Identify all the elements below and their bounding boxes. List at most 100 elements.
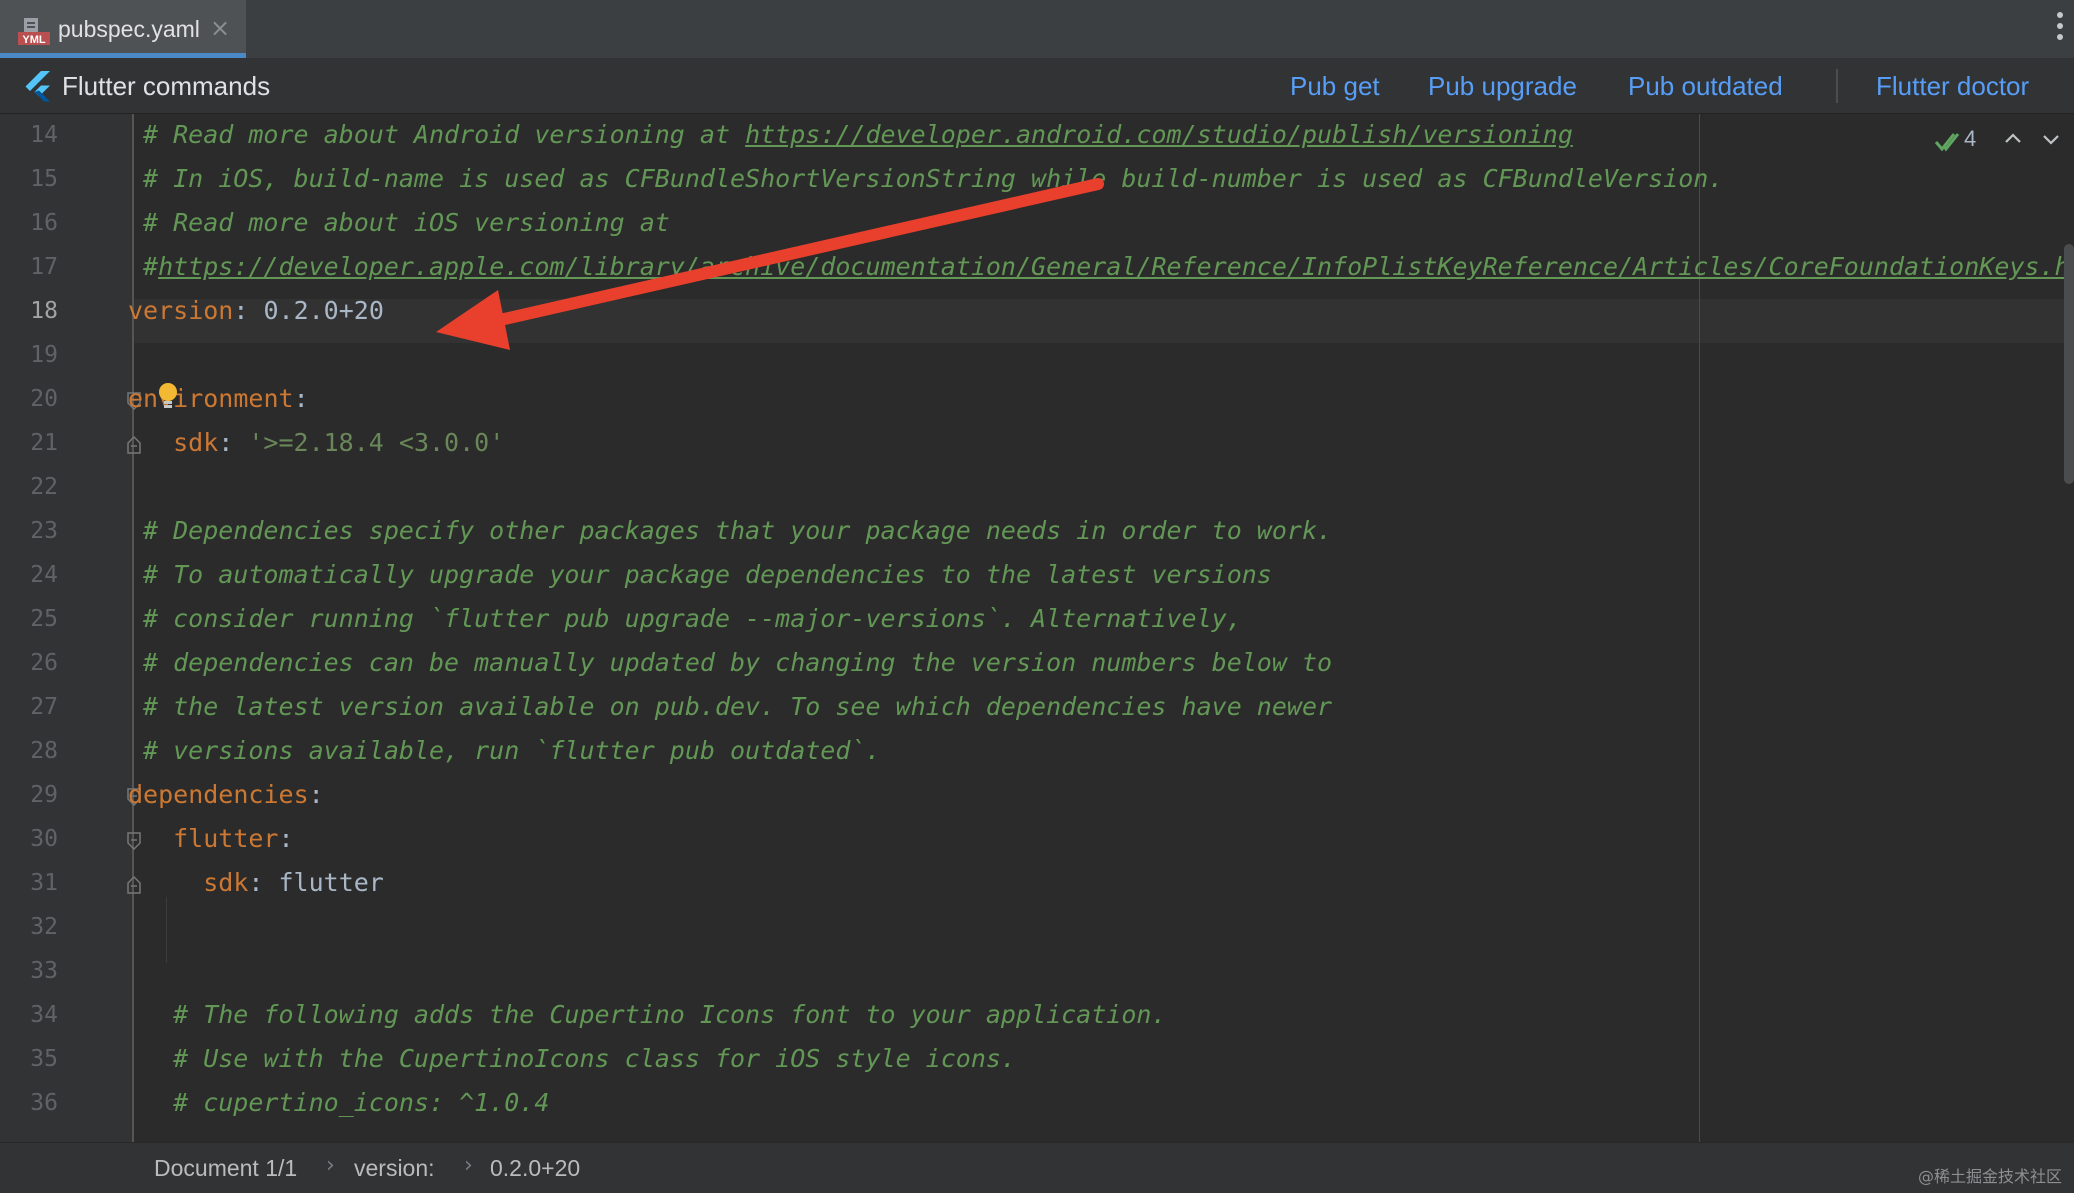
line-number: 20 (30, 386, 58, 412)
pub-outdated-button[interactable]: Pub outdated (1628, 71, 1783, 102)
code-line: 22 (0, 466, 2074, 510)
line-number: 19 (30, 342, 58, 368)
code-line: 31 sdk: flutter (0, 862, 2074, 906)
comment-text: # Dependencies specify other packages th… (143, 516, 1333, 545)
comment-text: # To automatically upgrade your package … (143, 560, 1272, 589)
line-number: 35 (30, 1046, 58, 1072)
breadcrumb: Document 1/1 › version: › 0.2.0+20 @稀土掘金… (0, 1142, 2074, 1193)
yaml-value: '>=2.18.4 <3.0.0' (233, 428, 505, 457)
vertical-scrollbar[interactable] (2064, 244, 2074, 484)
flutter-commands-bar: Flutter commands Pub get Pub upgrade Pub… (0, 59, 2074, 114)
line-number: 25 (30, 606, 58, 632)
yaml-key: sdk (203, 868, 249, 897)
code-line: 24 # To automatically upgrade your packa… (0, 554, 2074, 598)
line-number: 31 (30, 870, 58, 896)
breadcrumb-document[interactable]: Document 1/1 (154, 1155, 297, 1182)
fold-end-marker-icon[interactable] (126, 436, 142, 454)
line-number: 36 (30, 1090, 58, 1116)
line-number: 33 (30, 958, 58, 984)
comment-link[interactable]: https://developer.apple.com/library/arch… (158, 252, 2074, 281)
comment-text: # Use with the CupertinoIcons class for … (143, 1044, 1016, 1073)
comment-text: # dependencies can be manually updated b… (143, 648, 1333, 677)
chevron-right-icon: › (464, 1153, 473, 1178)
code-line: 25 # consider running `flutter pub upgra… (0, 598, 2074, 642)
line-number: 26 (30, 650, 58, 676)
line-number: 32 (30, 914, 58, 940)
code-line: 20 environment: (0, 378, 2074, 422)
pub-get-button[interactable]: Pub get (1290, 71, 1380, 102)
tab-label: pubspec.yaml (58, 16, 200, 42)
editor-tab-bar: YML pubspec.yaml × (0, 0, 2074, 59)
chevron-right-icon: › (326, 1153, 335, 1178)
line-number: 15 (30, 166, 58, 192)
flutter-commands-title: Flutter commands (62, 71, 271, 101)
code-editor[interactable]: 14 # Read more about Android versioning … (0, 114, 2074, 1142)
comment-text: # (143, 252, 159, 281)
comment-text: # The following adds the Cupertino Icons… (143, 1000, 1167, 1029)
line-number: 30 (30, 826, 58, 852)
comment-text: # Read more about iOS versioning at (143, 208, 670, 237)
code-line: 16 # Read more about iOS versioning at (0, 202, 2074, 246)
chevron-up-icon[interactable] (2002, 128, 2024, 150)
lightbulb-intention-icon[interactable] (157, 382, 179, 410)
code-line: 19 (0, 334, 2074, 378)
code-line: 35 # Use with the CupertinoIcons class f… (0, 1038, 2074, 1082)
fold-end-marker-icon[interactable] (126, 876, 142, 894)
svg-text:YML: YML (22, 34, 46, 46)
yaml-key: dependencies (128, 780, 309, 809)
code-line: 29 dependencies: (0, 774, 2074, 818)
yaml-colon: : (293, 384, 309, 413)
code-line: 17 #https://developer.apple.com/library/… (0, 246, 2074, 290)
comment-text: # In iOS, build-name is used as CFBundle… (143, 164, 1724, 193)
code-line: 36 # cupertino_icons: ^1.0.4 (0, 1082, 2074, 1126)
line-number: 18 (30, 298, 58, 324)
yaml-colon: : (218, 428, 234, 457)
line-number: 29 (30, 782, 58, 808)
line-number: 34 (30, 1002, 58, 1028)
line-number: 17 (30, 254, 58, 280)
comment-text: # versions available, run `flutter pub o… (143, 736, 881, 765)
code-line: 33 (0, 950, 2074, 994)
yaml-key: environment (128, 384, 294, 413)
comment-link[interactable]: https://developer.android.com/studio/pub… (745, 120, 1573, 149)
code-line: 23 # Dependencies specify other packages… (0, 510, 2074, 554)
code-line: 21 sdk: '>=2.18.4 <3.0.0' (0, 422, 2074, 466)
code-line: 26 # dependencies can be manually update… (0, 642, 2074, 686)
code-line: 30 flutter: (0, 818, 2074, 862)
line-number: 28 (30, 738, 58, 764)
double-check-icon (1934, 133, 1960, 152)
comment-text: # cupertino_icons: ^1.0.4 (143, 1088, 550, 1117)
code-line: 14 # Read more about Android versioning … (0, 114, 2074, 158)
line-number: 22 (30, 474, 58, 500)
tab-pubspec-yaml[interactable]: YML pubspec.yaml × (0, 0, 246, 58)
breadcrumb-value[interactable]: 0.2.0+20 (490, 1155, 580, 1182)
yaml-colon: : (233, 296, 249, 325)
close-tab-icon[interactable]: × (210, 14, 230, 42)
pub-upgrade-button[interactable]: Pub upgrade (1428, 71, 1577, 102)
line-number: 21 (30, 430, 58, 456)
yaml-key: flutter (173, 824, 279, 853)
flutter-logo-icon (25, 71, 50, 102)
code-line: 32 (0, 906, 2074, 950)
yaml-value: flutter (263, 868, 384, 897)
yaml-key: version (128, 296, 234, 325)
yaml-colon: : (248, 868, 264, 897)
yaml-key: sdk (173, 428, 219, 457)
line-number: 27 (30, 694, 58, 720)
line-number: 24 (30, 562, 58, 588)
code-line: 28 # versions available, run `flutter pu… (0, 730, 2074, 774)
comment-text: # consider running `flutter pub upgrade … (143, 604, 1242, 633)
more-options-icon[interactable] (2054, 12, 2066, 46)
inspection-widget[interactable]: 4 (1934, 126, 2064, 158)
chevron-down-icon[interactable] (2040, 128, 2062, 150)
breadcrumb-key[interactable]: version: (354, 1155, 435, 1182)
fold-marker-icon[interactable] (126, 832, 142, 850)
yaml-colon: : (308, 780, 324, 809)
line-number: 14 (30, 122, 58, 148)
code-line: 15 # In iOS, build-name is used as CFBun… (0, 158, 2074, 202)
flutter-doctor-button[interactable]: Flutter doctor (1876, 71, 2029, 102)
yaml-colon: : (278, 824, 294, 853)
